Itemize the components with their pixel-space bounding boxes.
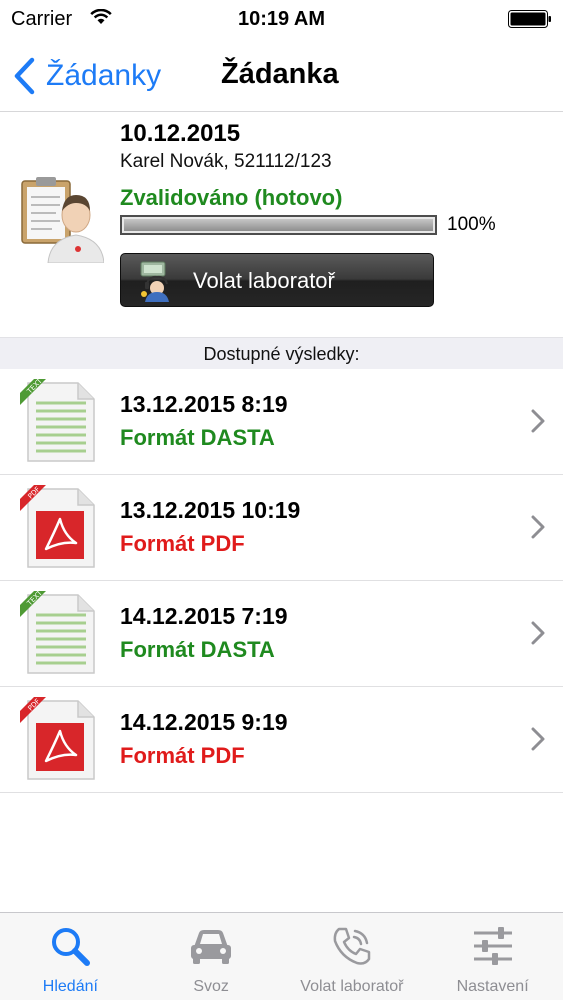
tab-sliders[interactable]: Nastavení bbox=[422, 913, 563, 1000]
pdf-document-icon: PDF bbox=[20, 485, 95, 568]
tab-label: Volat laboratoř bbox=[300, 978, 404, 995]
tab-label: Svoz bbox=[193, 978, 229, 995]
result-format: Formát PDF bbox=[120, 743, 245, 768]
progress-bar bbox=[120, 215, 437, 235]
result-format: Formát DASTA bbox=[120, 637, 275, 662]
tab-car[interactable]: Svoz bbox=[141, 913, 282, 1000]
request-status: Zvalidováno (hotovo) bbox=[120, 185, 343, 210]
back-button[interactable]: Žádanky bbox=[12, 54, 161, 98]
chevron-right-icon bbox=[531, 621, 545, 645]
result-format: Formát PDF bbox=[120, 531, 245, 556]
patient-clipboard-icon bbox=[21, 177, 104, 263]
pdf-document-icon: PDF bbox=[20, 697, 95, 780]
tab-label: Hledání bbox=[42, 978, 98, 995]
page-title: Žádanka bbox=[221, 58, 339, 90]
battery-icon bbox=[508, 10, 551, 28]
result-date: 13.12.2015 10:19 bbox=[120, 497, 301, 523]
request-date: 10.12.2015 bbox=[120, 120, 241, 147]
status-bar: Carrier 10:19 AM bbox=[0, 0, 563, 40]
phone-icon bbox=[333, 927, 371, 965]
car-icon bbox=[191, 930, 232, 964]
result-date: 14.12.2015 7:19 bbox=[120, 603, 288, 629]
result-list-item[interactable]: TEXT 14.12.2015 7:19 Formát DASTA bbox=[0, 581, 563, 687]
tab-label: Nastavení bbox=[456, 978, 529, 995]
result-format: Formát DASTA bbox=[120, 425, 275, 450]
request-header: 10.12.2015 Karel Novák, 521112/123 Zvali… bbox=[0, 113, 563, 337]
result-list-item[interactable]: PDF 14.12.2015 9:19 Formát PDF bbox=[0, 687, 563, 793]
chevron-right-icon bbox=[531, 515, 545, 539]
clock-time: 10:19 AM bbox=[237, 8, 326, 30]
result-list-item[interactable]: PDF 13.12.2015 10:19 Formát PDF bbox=[0, 475, 563, 581]
sliders-icon bbox=[473, 927, 512, 965]
results-list: TEXT 13.12.2015 8:19 Formát DASTA PDF 13… bbox=[0, 369, 563, 793]
lab-phone-icon bbox=[140, 261, 169, 302]
tab-phone[interactable]: Volat laboratoř bbox=[282, 913, 423, 1000]
chevron-left-icon bbox=[14, 57, 35, 95]
progress-bar-fill bbox=[124, 219, 433, 231]
result-date: 13.12.2015 8:19 bbox=[120, 391, 288, 417]
result-list-item[interactable]: TEXT 13.12.2015 8:19 Formát DASTA bbox=[0, 369, 563, 475]
text-document-icon: TEXT bbox=[20, 379, 95, 462]
chevron-right-icon bbox=[531, 409, 545, 433]
result-date: 14.12.2015 9:19 bbox=[120, 709, 288, 735]
call-laboratory-label: Volat laboratoř bbox=[193, 268, 335, 293]
text-document-icon: TEXT bbox=[20, 591, 95, 674]
call-laboratory-button[interactable]: Volat laboratoř bbox=[120, 253, 434, 307]
section-header-results: Dostupné výsledky: bbox=[0, 337, 563, 369]
back-button-label: Žádanky bbox=[46, 59, 162, 92]
progress-percent: 100% bbox=[447, 214, 496, 235]
tab-search[interactable]: Hledání bbox=[0, 913, 141, 1000]
tab-bar: Hledání Svoz Volat laboratoř Nastavení bbox=[0, 912, 563, 1000]
navigation-bar: Žádanky Žádanka bbox=[0, 40, 563, 112]
chevron-right-icon bbox=[531, 727, 545, 751]
patient-info: Karel Novák, 521112/123 bbox=[120, 151, 332, 172]
search-icon bbox=[52, 928, 91, 966]
